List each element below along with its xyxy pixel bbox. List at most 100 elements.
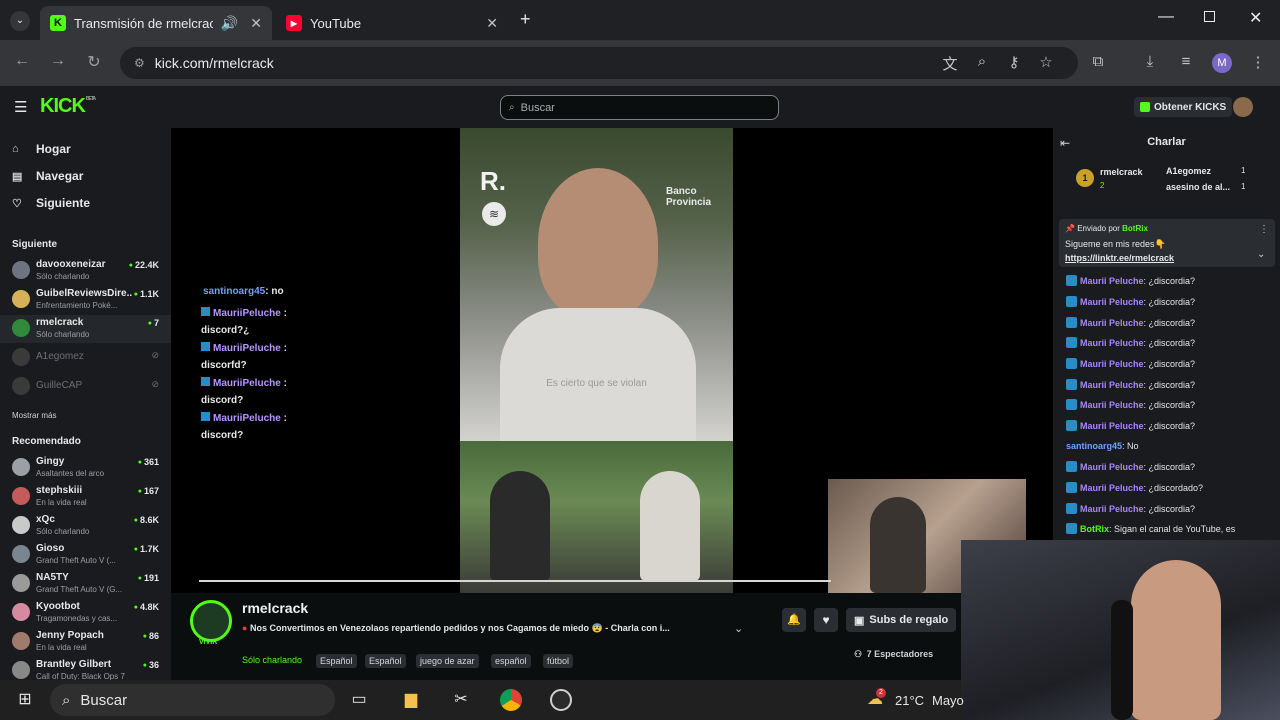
nav-home[interactable]: ⌂ Hogar — [12, 142, 71, 156]
profile-avatar[interactable]: M — [1212, 53, 1232, 73]
translate-icon[interactable]: 文 — [940, 53, 960, 74]
file-explorer-icon[interactable]: ▆ — [400, 689, 422, 711]
stream-tag[interactable]: fútbol — [543, 654, 574, 668]
hamburger-menu-icon[interactable]: ☰ — [14, 98, 27, 116]
video-player[interactable]: R. ≋ Banco Provincia Es cierto que se vi… — [171, 128, 1053, 593]
channel-category: En la vida real — [36, 498, 87, 507]
mute-icon[interactable]: 🔊 — [221, 15, 238, 32]
stream-tag[interactable]: Español — [316, 654, 357, 668]
sidebar-channel[interactable]: Kyootbot Tragamonedas y cas... 4.8K — [0, 599, 171, 627]
chat-text: : ¿discordia? — [1143, 276, 1196, 286]
gift-subs-button[interactable]: ▣ Subs de regalo — [846, 608, 957, 632]
tab-search-dropdown-icon[interactable]: ⌄ — [10, 11, 30, 31]
notification-bell-icon[interactable]: 🔔 — [782, 608, 806, 632]
reload-icon[interactable]: ↻ — [82, 52, 106, 72]
capcut-icon[interactable]: ✂ — [450, 689, 472, 711]
pinned-message[interactable]: 📌 Enviado por BotRix Sigueme en mis rede… — [1059, 219, 1275, 267]
tab-close-icon[interactable]: ✕ — [486, 15, 498, 32]
sidebar-channel[interactable]: GuilleCAP ⊘ — [0, 373, 171, 401]
chat-message: BotRix: Sigan el canal de YouTube, es — [1066, 523, 1235, 534]
expand-icon[interactable]: ⌄ — [1257, 249, 1265, 260]
sidebar-channel[interactable]: davooxeneizar Sólo charlando 22.4K — [0, 257, 171, 285]
sidebar-channel-active[interactable]: rmelcrack Sólo charlando 7 — [0, 315, 171, 343]
tab-close-icon[interactable]: ✕ — [250, 15, 262, 32]
nav-browse[interactable]: ▤ Navegar — [12, 169, 83, 183]
tab-kick[interactable]: K Transmisión de rmelcrack: n 🔊 ✕ — [40, 6, 272, 40]
avatar — [12, 261, 30, 279]
zoom-icon[interactable]: ⌕ — [972, 53, 992, 70]
chrome-icon[interactable] — [500, 689, 522, 711]
task-view-icon[interactable]: ▭ — [348, 689, 370, 711]
address-bar[interactable]: ⚙ kick.com/rmelcrack — [120, 47, 1078, 79]
badge-icon — [1066, 420, 1077, 431]
sidebar-channel[interactable]: Brantley Gilbert Call of Duty: Black Ops… — [0, 657, 171, 680]
sidebar-channel[interactable]: Gioso Grand Theft Auto V (... 1.7K — [0, 541, 171, 569]
chat-text: : ¿discordia? — [1143, 359, 1196, 369]
user-avatar[interactable] — [1233, 97, 1253, 117]
stream-tag[interactable]: Español — [365, 654, 406, 668]
chat-user[interactable]: Maurii Peluche — [1080, 297, 1144, 307]
obs-icon[interactable] — [550, 689, 572, 711]
avatar — [12, 632, 30, 650]
channel-name: Kyootbot — [36, 601, 80, 612]
forward-icon[interactable]: → — [46, 52, 70, 70]
taskbar-search[interactable]: ⌕ Buscar — [50, 684, 335, 716]
sidebar-channel[interactable]: Jenny Popach En la vida real 86 — [0, 628, 171, 656]
channel-avatar[interactable] — [190, 600, 232, 642]
bookmark-star-icon[interactable]: ☆ — [1036, 53, 1056, 71]
menu-kebab-icon[interactable]: ⋮ — [1248, 53, 1268, 71]
get-kicks-button[interactable]: Obtener KICKS — [1134, 97, 1233, 117]
chat-user[interactable]: Maurii Peluche — [1080, 359, 1144, 369]
new-tab-icon[interactable]: + — [520, 9, 531, 30]
password-key-icon[interactable]: ⚷ — [1004, 53, 1024, 71]
taskbar-search-label: Buscar — [80, 691, 128, 709]
weather-temp[interactable]: 21°C — [895, 693, 924, 708]
minimize-icon[interactable]: — — [1158, 8, 1174, 26]
nav-following[interactable]: ♡ Siguiente — [12, 196, 90, 210]
chat-user[interactable]: santinoarg45 — [1066, 441, 1122, 451]
video-progress-bar[interactable] — [199, 580, 831, 582]
sidebar-channel[interactable]: Gingy Asaltantes del arco 361 — [0, 454, 171, 482]
search-input[interactable]: ⌕ Buscar — [500, 95, 779, 120]
home-icon: ⌂ — [12, 143, 19, 155]
chat-user[interactable]: Maurii Peluche — [1080, 400, 1144, 410]
sidebar-channel[interactable]: NA5TY Grand Theft Auto V (G... 191 — [0, 570, 171, 598]
site-info-icon[interactable]: ⚙ — [134, 56, 145, 70]
sidebar-channel[interactable]: A1egomez ⊘ — [0, 344, 171, 372]
channel-name: rmelcrack — [36, 317, 84, 328]
sidebar-channel[interactable]: GuibelReviewsDire... Enfrentamiento Poké… — [0, 286, 171, 314]
close-window-icon[interactable]: ✕ — [1249, 8, 1262, 28]
chat-user[interactable]: BotRix — [1080, 524, 1109, 534]
sidebar-channel[interactable]: xQc Sólo charlando 8.6K — [0, 512, 171, 540]
more-options-icon[interactable]: ⋮ — [1259, 224, 1269, 235]
media-control-icon[interactable]: ≡ — [1176, 53, 1196, 70]
chat-user[interactable]: Maurii Peluche — [1080, 380, 1144, 390]
kick-logo[interactable]: KICKBETA — [40, 95, 96, 118]
stream-tag[interactable]: español — [491, 654, 531, 668]
windows-start-icon[interactable]: ⊞ — [14, 689, 36, 711]
stream-tag[interactable]: juego de azar — [416, 654, 479, 668]
chat-user[interactable]: Maurii Peluche — [1080, 462, 1144, 472]
chat-user[interactable]: Maurii Peluche — [1080, 318, 1144, 328]
restore-icon[interactable] — [1204, 11, 1215, 22]
stream-category[interactable]: Sólo charlando — [242, 655, 302, 665]
extensions-icon[interactable]: ⧉ — [1088, 53, 1108, 70]
follow-heart-icon[interactable]: ♥ — [814, 608, 838, 632]
download-icon[interactable]: ⤓ — [1140, 53, 1160, 70]
chat-user[interactable]: Maurii Peluche — [1080, 421, 1144, 431]
person-shirt — [500, 308, 696, 441]
show-more-link[interactable]: Mostrar más — [12, 411, 56, 420]
overlay-chat-line: santinoarg45: no — [203, 286, 284, 297]
title-expand-icon[interactable]: ⌄ — [734, 622, 743, 635]
chat-user[interactable]: Maurii Peluche — [1080, 338, 1144, 348]
chat-user[interactable]: Maurii Peluche — [1080, 504, 1144, 514]
sidebar-channel[interactable]: stephskiii En la vida real 167 — [0, 483, 171, 511]
tab-youtube[interactable]: ▶ YouTube ✕ — [276, 6, 508, 40]
chat-user[interactable]: Maurii Peluche — [1080, 483, 1144, 493]
pinned-link[interactable]: https://linktr.ee/rmelcrack — [1065, 253, 1174, 263]
channel-category: Asaltantes del arco — [36, 469, 105, 478]
chat-user[interactable]: Maurii Peluche — [1080, 276, 1144, 286]
channel-name[interactable]: rmelcrack — [242, 600, 308, 616]
back-icon[interactable]: ← — [10, 52, 34, 70]
weather-text[interactable]: Mayo — [932, 693, 964, 708]
